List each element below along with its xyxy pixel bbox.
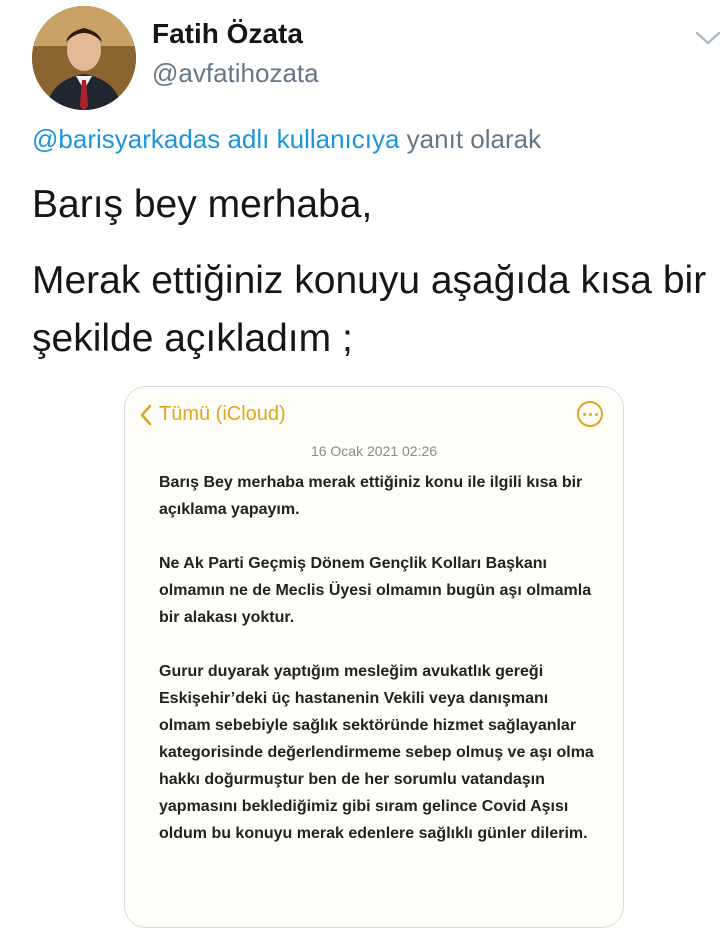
reply-context: @barisyarkadas adlı kullanıcıya yanıt ol… — [32, 124, 541, 155]
tweet-line: Merak ettiğiniz konuyu aşağıda kısa bir … — [32, 259, 707, 360]
profile-photo — [32, 6, 136, 110]
avatar[interactable] — [32, 6, 136, 110]
note-date: 16 Ocak 2021 02:26 — [310, 443, 438, 459]
attached-notes-screenshot[interactable]: Tümü (iCloud) 16 Ocak 2021 02:26 Barış B… — [124, 386, 624, 928]
back-label: Tümü (iCloud) — [159, 403, 286, 425]
reply-suffix: yanıt olarak — [399, 124, 542, 154]
author-handle[interactable]: @avfatihozata — [152, 58, 319, 89]
chevron-down-icon[interactable] — [694, 28, 722, 48]
ellipsis-circle-icon[interactable] — [577, 401, 603, 427]
note-paragraph: Ne Ak Parti Geçmiş Dönem Gençlik Kolları… — [159, 555, 592, 626]
reply-mention-link[interactable]: @barisyarkadas adlı kullanıcıya — [32, 124, 399, 154]
note-paragraph: Gurur duyarak yaptığım mesleğim avukatlı… — [159, 663, 594, 842]
note-paragraph: Barış Bey merhaba merak ettiğiniz konu i… — [159, 474, 583, 518]
back-button[interactable]: Tümü (iCloud) — [139, 403, 286, 426]
chevron-left-icon — [140, 404, 152, 425]
tweet-line: Barış bey merhaba, — [32, 183, 373, 226]
author-name[interactable]: Fatih Özata — [152, 18, 303, 50]
note-body: Barış Bey merhaba merak ettiğiniz konu i… — [159, 469, 599, 874]
tweet-text: Barış bey merhaba, Merak ettiğiniz konuy… — [32, 176, 712, 368]
